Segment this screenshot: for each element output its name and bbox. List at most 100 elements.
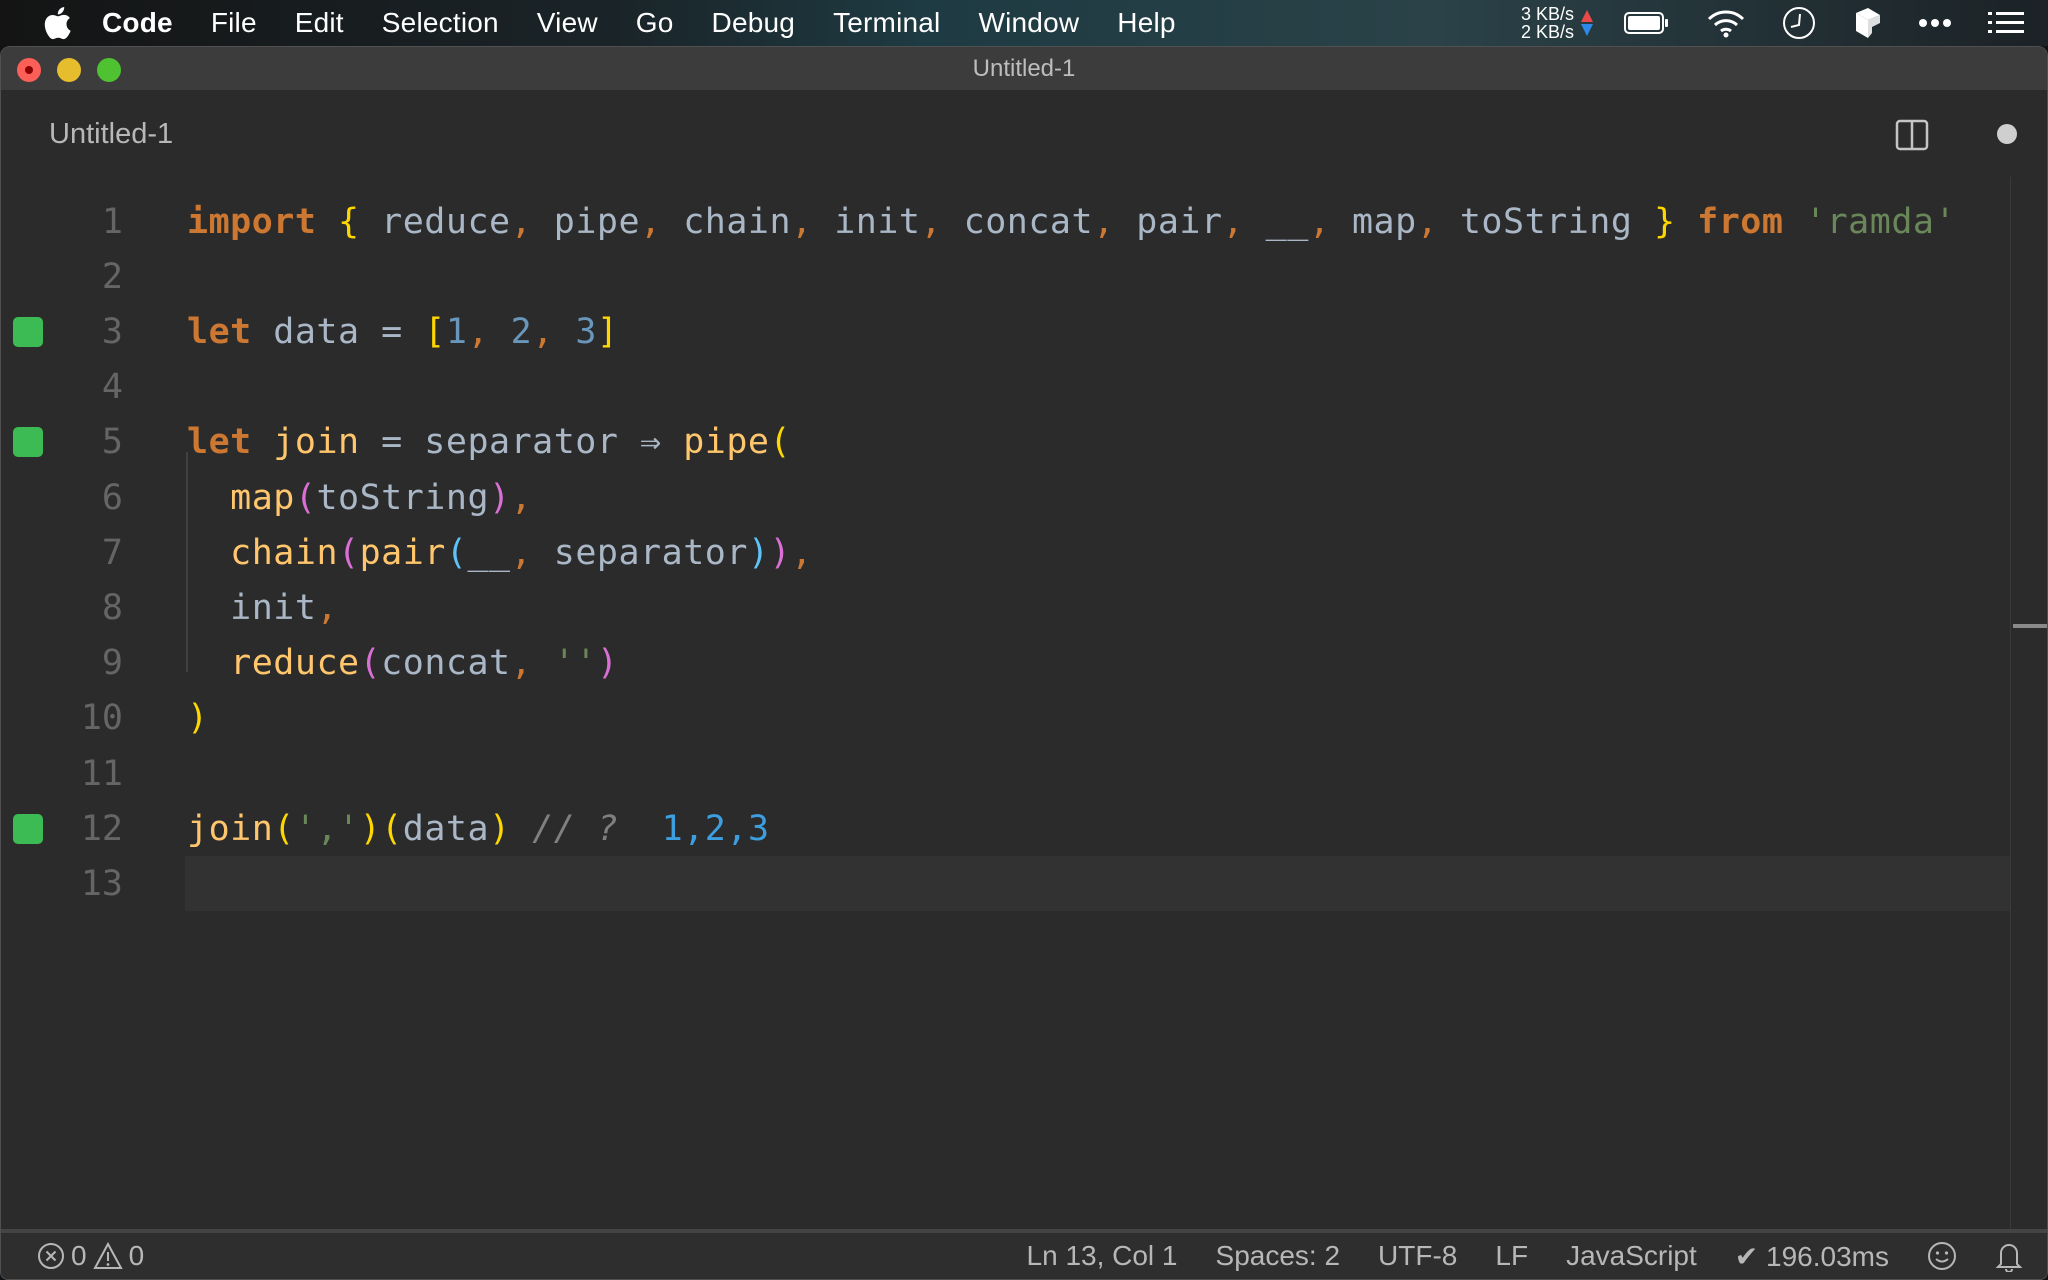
clock-icon[interactable]	[1782, 6, 1816, 40]
code-token: concat	[942, 201, 1094, 242]
code-line[interactable]: 5 let join = separator ⇒ pipe(	[1, 415, 2011, 470]
code-line[interactable]: 6 map(toString),	[1, 470, 2011, 525]
editor-tab-bar: Untitled-1	[1, 91, 2047, 177]
more-icon[interactable]	[1918, 18, 1952, 28]
wifi-icon[interactable]	[1706, 8, 1746, 38]
line-number: 5	[101, 422, 123, 463]
code-token: ,	[920, 201, 943, 242]
code-line[interactable]: 4	[1, 360, 2011, 415]
line-number: 11	[80, 753, 123, 794]
box-icon[interactable]	[1852, 7, 1882, 39]
line-code: let join = separator ⇒ pipe(	[187, 422, 791, 462]
close-window-button[interactable]	[17, 58, 41, 82]
code-token: ,	[467, 311, 490, 352]
code-editor[interactable]: 1 import { reduce, pipe, chain, init, con…	[1, 177, 2047, 1227]
maximize-window-button[interactable]	[97, 58, 121, 82]
menu-help[interactable]: Help	[1117, 7, 1175, 39]
coverage-marker-icon[interactable]	[13, 316, 43, 347]
file-encoding[interactable]: UTF-8	[1378, 1240, 1457, 1272]
code-token: (	[381, 808, 403, 849]
notifications-bell-icon[interactable]	[1995, 1240, 2023, 1272]
menu-selection[interactable]: Selection	[382, 7, 499, 39]
problems-indicator[interactable]: 0 0	[37, 1240, 144, 1272]
code-token: ,	[532, 311, 554, 352]
title-bar[interactable]: Untitled-1	[1, 47, 2047, 91]
line-number: 1	[101, 201, 123, 242]
menu-terminal[interactable]: Terminal	[833, 7, 940, 39]
code-token: join	[187, 808, 274, 849]
code-token: (	[445, 532, 468, 573]
code-token: )	[769, 532, 792, 573]
network-speed[interactable]: 3 KB/s 2 KB/s	[1521, 5, 1574, 41]
code-token: chain	[661, 201, 792, 242]
line-code: import { reduce, pipe, chain, init, conc…	[187, 202, 1956, 242]
macos-menu-bar: Code File Edit Selection View Go Debug T…	[0, 0, 2048, 46]
minimize-window-button[interactable]	[57, 58, 81, 82]
feedback-smiley-icon[interactable]	[1927, 1241, 1957, 1271]
menu-view[interactable]: View	[537, 7, 598, 39]
code-line[interactable]: 2	[1, 249, 2011, 304]
menu-debug[interactable]: Debug	[712, 7, 796, 39]
line-number: 10	[80, 698, 123, 739]
quokka-timing[interactable]: ✔ 196.03ms	[1735, 1240, 1889, 1273]
code-line[interactable]: 13	[1, 856, 2011, 912]
code-line[interactable]: 9 reduce(concat, '')	[1, 636, 2011, 691]
end-of-line[interactable]: LF	[1495, 1240, 1528, 1272]
upload-speed: 3 KB/s	[1520, 4, 1574, 24]
error-count: 0	[71, 1240, 87, 1271]
menu-edit[interactable]: Edit	[295, 7, 344, 39]
code-token: import	[187, 201, 317, 242]
coverage-marker-icon[interactable]	[13, 813, 43, 844]
line-code: map(toString),	[187, 478, 532, 518]
list-icon[interactable]	[1988, 11, 2024, 35]
code-line[interactable]: 7 chain(pair(__, separator)),	[1, 525, 2011, 580]
line-code: reduce(concat, '')	[187, 643, 619, 683]
menu-app-code[interactable]: Code	[102, 7, 173, 39]
code-token: ,	[1308, 201, 1331, 242]
menu-file[interactable]: File	[211, 7, 257, 39]
code-token: )	[489, 477, 511, 518]
indentation-setting[interactable]: Spaces: 2	[1216, 1240, 1341, 1272]
code-token: 3	[575, 311, 597, 352]
line-number: 9	[101, 643, 123, 684]
download-arrow-icon	[1581, 24, 1593, 36]
coverage-marker-icon[interactable]	[13, 427, 43, 458]
code-line[interactable]: 3 let data = [1, 2, 3]	[1, 304, 2011, 359]
code-token: map	[230, 477, 295, 518]
line-number: 13	[80, 863, 123, 904]
menu-window[interactable]: Window	[978, 7, 1079, 39]
tab-untitled-1[interactable]: Untitled-1	[49, 118, 173, 151]
battery-icon[interactable]	[1624, 11, 1670, 35]
unsaved-changes-dot-icon[interactable]	[1997, 124, 2017, 144]
code-token: init	[230, 587, 317, 628]
code-line[interactable]: 12 join(',')(data) // ? 1,2,3	[1, 801, 2011, 856]
menu-go[interactable]: Go	[636, 7, 674, 39]
code-token: ,	[316, 587, 339, 628]
code-line[interactable]: 10)	[1, 691, 2011, 746]
code-token: ,	[510, 643, 533, 684]
code-token: __	[467, 532, 511, 573]
line-code: )	[187, 698, 209, 738]
warning-count: 0	[128, 1240, 145, 1271]
code-line[interactable]: 8 init,	[1, 580, 2011, 635]
cursor-position[interactable]: Ln 13, Col 1	[1027, 1240, 1178, 1272]
code-line[interactable]: 1 import { reduce, pipe, chain, init, con…	[1, 194, 2011, 249]
apple-menu-icon[interactable]	[40, 5, 74, 41]
code-token: let	[187, 422, 252, 463]
scrollbar-thumb[interactable]	[2013, 624, 2047, 628]
split-editor-icon[interactable]	[1895, 119, 1929, 151]
code-line[interactable]: 11	[1, 746, 2011, 801]
code-token: )	[747, 532, 770, 573]
code-token: ,	[1093, 201, 1115, 242]
code-token: // ?	[532, 808, 619, 849]
language-mode[interactable]: JavaScript	[1566, 1240, 1697, 1272]
code-token: pair	[359, 532, 446, 573]
